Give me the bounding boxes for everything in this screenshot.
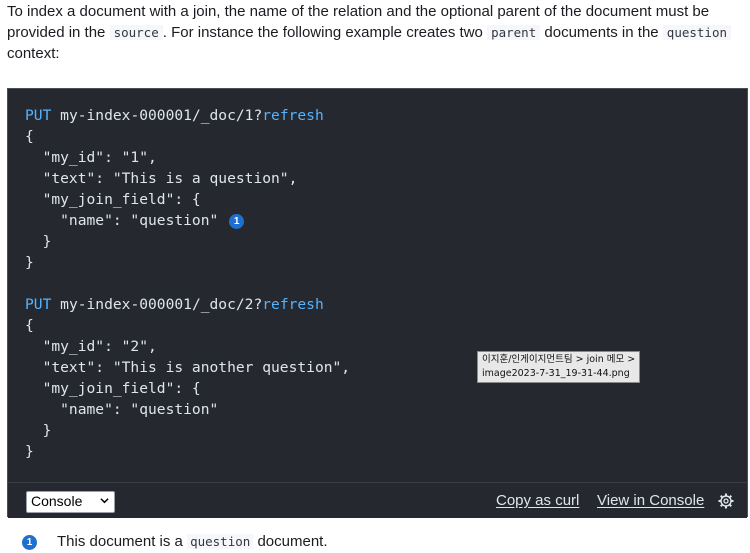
code-line: { — [25, 317, 34, 334]
intro-paragraph: To index a document with a join, the nam… — [7, 1, 743, 64]
note-text: document. — [253, 533, 328, 550]
copy-as-curl-link[interactable]: Copy as curl — [496, 492, 579, 509]
request-method: PUT — [25, 296, 52, 313]
inline-code-question: question — [662, 25, 732, 40]
language-select[interactable]: Console — [26, 491, 115, 513]
code-line: "name": "question" — [25, 212, 219, 229]
callout-marker: 1 — [229, 214, 245, 229]
code-line: "text": "This is a question", — [25, 170, 298, 187]
code-line: "my_join_field": { — [25, 380, 201, 397]
image-tooltip: 이지훈/인게이지먼트팀 > join 메모 > image2023-7-31_1… — [477, 351, 641, 383]
code-line: "text": "This is another question", — [25, 359, 351, 376]
code-line: { — [25, 128, 34, 145]
code-line: "my_join_field": { — [25, 191, 201, 208]
tooltip-line: image2023-7-31_19-31-44.png — [482, 368, 630, 379]
request-param: refresh — [262, 107, 324, 124]
intro-text: documents in the — [540, 24, 663, 41]
code-line: } — [25, 443, 34, 460]
request-path: my-index-000001/_doc/1? — [60, 107, 263, 124]
request-method: PUT — [25, 107, 52, 124]
code-line: } — [25, 254, 34, 271]
code-line: "name": "question" — [25, 401, 219, 418]
code-toolbar: Console Copy as curl View in Console — [8, 482, 747, 518]
gear-icon[interactable] — [718, 493, 734, 509]
code-line: "my_id": "1", — [25, 149, 157, 166]
language-select-value: Console — [31, 493, 83, 509]
inline-code-source: source — [109, 25, 163, 40]
request-param: refresh — [262, 296, 324, 313]
code-line: } — [25, 422, 52, 439]
callout-marker: 1 — [22, 535, 37, 550]
code-line: } — [25, 233, 52, 250]
code-body[interactable]: PUT my-index-000001/_doc/1?refresh { "my… — [8, 89, 747, 482]
note-text: This document is a — [57, 533, 188, 550]
callout-note-text: This document is a question document. — [57, 532, 328, 552]
inline-code-parent: parent — [487, 25, 541, 40]
chevron-down-icon — [100, 498, 109, 504]
view-in-console-link[interactable]: View in Console — [597, 492, 704, 509]
tooltip-line: 이지훈/인게이지먼트팀 > join 메모 > — [482, 354, 636, 365]
code-block: PUT my-index-000001/_doc/1?refresh { "my… — [25, 105, 747, 462]
code-example-panel: PUT my-index-000001/_doc/1?refresh { "my… — [7, 88, 748, 518]
code-line: "my_id": "2", — [25, 338, 157, 355]
intro-text: context: — [7, 45, 60, 62]
intro-text: . For instance the following example cre… — [162, 24, 488, 41]
inline-code-question: question — [187, 534, 254, 549]
callout-note: 1 This document is a question document. — [22, 532, 742, 552]
request-path: my-index-000001/_doc/2? — [60, 296, 263, 313]
